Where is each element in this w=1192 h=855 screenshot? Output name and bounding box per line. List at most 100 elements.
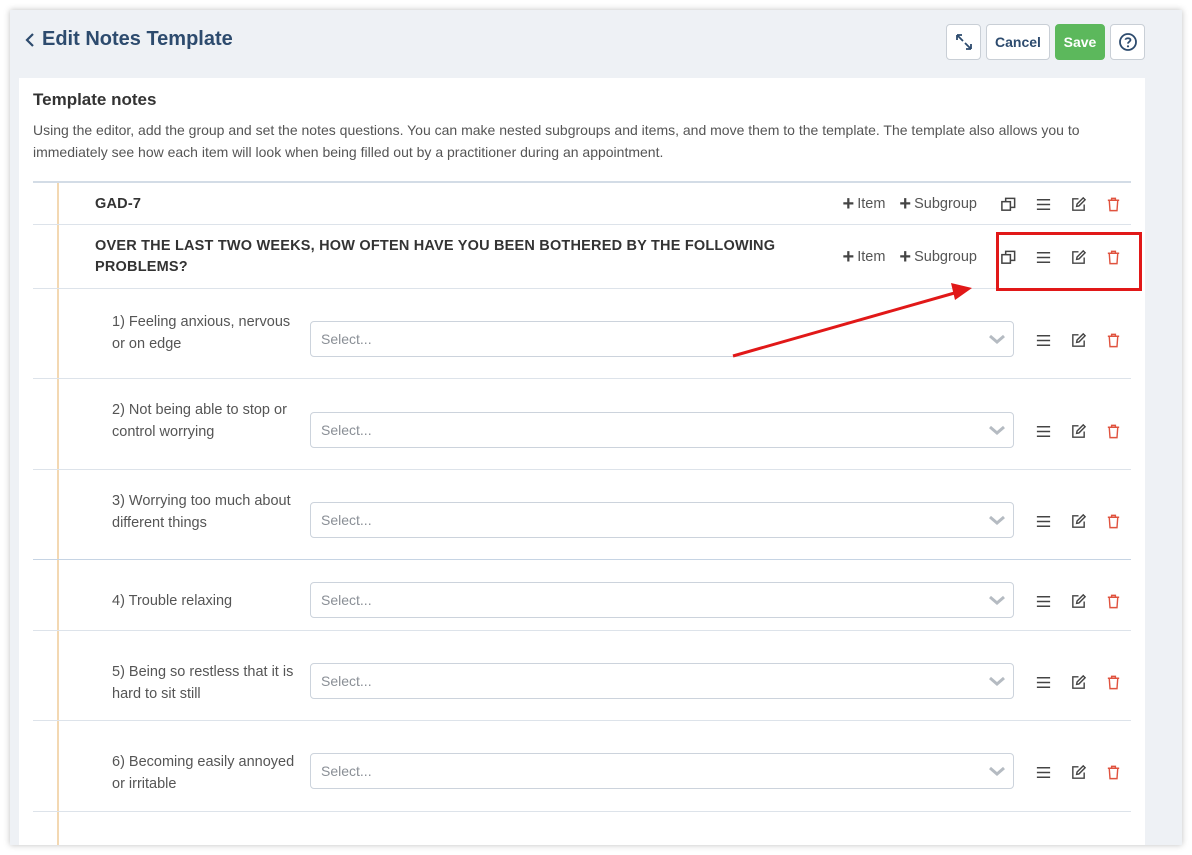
question-label: 6) Becoming easily annoyed or irritable xyxy=(112,754,295,792)
edit-icon xyxy=(1072,674,1087,689)
drag-handle[interactable] xyxy=(1026,329,1061,351)
question-label: 3) Worrying too much about different thi… xyxy=(112,493,291,531)
select-placeholder: Select... xyxy=(321,673,372,689)
edit-icon xyxy=(1072,196,1087,211)
question-actions xyxy=(1026,329,1131,351)
add-subgroup-button[interactable]: + Subgroup xyxy=(899,193,977,215)
subgroup-title: OVER THE LAST TWO WEEKS, HOW OFTEN HAVE … xyxy=(95,238,776,275)
select-placeholder: Select... xyxy=(321,331,372,347)
drag-handle[interactable] xyxy=(1026,761,1061,783)
add-item-button[interactable]: + Item xyxy=(842,193,886,215)
drag-handle[interactable] xyxy=(1026,420,1061,442)
delete-button[interactable] xyxy=(1096,590,1131,612)
group-title: GAD-7 xyxy=(95,196,142,212)
edit-button[interactable] xyxy=(1061,193,1096,215)
back-link[interactable]: Edit Notes Template xyxy=(24,28,233,51)
trash-icon xyxy=(1107,514,1120,528)
trash-icon xyxy=(1107,765,1120,779)
question-actions xyxy=(1026,761,1131,783)
drag-handle-icon xyxy=(1036,425,1051,437)
question-label: 5) Being so restless that it is hard to … xyxy=(112,664,294,702)
drag-handle-icon xyxy=(1036,198,1051,210)
answer-select[interactable]: Select... xyxy=(310,412,1014,448)
add-item-label: Item xyxy=(857,249,886,265)
delete-button[interactable] xyxy=(1096,671,1131,693)
question-actions xyxy=(1026,510,1131,532)
chevron-down-icon xyxy=(989,515,1005,525)
subgroup-row: OVER THE LAST TWO WEEKS, HOW OFTEN HAVE … xyxy=(33,225,1131,289)
question-row: 5) Being so restless that it is hard to … xyxy=(33,631,1131,721)
answer-select[interactable]: Select... xyxy=(310,663,1014,699)
trash-icon xyxy=(1107,333,1120,347)
add-item-label: Item xyxy=(857,196,886,212)
question-row: 3) Worrying too much about different thi… xyxy=(33,470,1131,560)
drag-handle-icon xyxy=(1036,515,1051,527)
plus-icon: + xyxy=(899,193,912,215)
drag-handle[interactable] xyxy=(1026,671,1061,693)
edit-icon xyxy=(1072,332,1087,347)
page-header: Edit Notes Template Cancel Save xyxy=(10,10,1182,78)
trash-icon xyxy=(1107,424,1120,438)
add-subgroup-button[interactable]: + Subgroup xyxy=(899,246,977,268)
select-placeholder: Select... xyxy=(321,422,372,438)
trash-icon xyxy=(1107,197,1120,211)
question-actions xyxy=(1026,671,1131,693)
delete-button[interactable] xyxy=(1096,761,1131,783)
plus-icon: + xyxy=(899,246,912,268)
template-notes-panel: Template notes Using the editor, add the… xyxy=(19,78,1145,845)
plus-icon: + xyxy=(842,246,855,268)
drag-handle[interactable] xyxy=(1026,193,1061,215)
delete-button[interactable] xyxy=(1096,420,1131,442)
edit-icon xyxy=(1072,513,1087,528)
edit-icon xyxy=(1072,593,1087,608)
delete-button[interactable] xyxy=(1096,510,1131,532)
help-button[interactable] xyxy=(1110,24,1145,60)
annotation-highlight-box xyxy=(996,232,1142,291)
select-placeholder: Select... xyxy=(321,763,372,779)
chevron-down-icon xyxy=(989,595,1005,605)
edit-icon xyxy=(1072,423,1087,438)
edit-button[interactable] xyxy=(1061,761,1096,783)
edit-button[interactable] xyxy=(1061,420,1096,442)
drag-handle-icon xyxy=(1036,766,1051,778)
edit-button[interactable] xyxy=(1061,590,1096,612)
chevron-down-icon xyxy=(989,766,1005,776)
drag-handle[interactable] xyxy=(1026,510,1061,532)
save-button[interactable]: Save xyxy=(1055,24,1105,60)
edit-button[interactable] xyxy=(1061,510,1096,532)
chevron-down-icon xyxy=(989,425,1005,435)
add-item-button[interactable]: + Item xyxy=(842,246,886,268)
chevron-down-icon xyxy=(989,334,1005,344)
answer-select[interactable]: Select... xyxy=(310,502,1014,538)
app-window: Edit Notes Template Cancel Save Template… xyxy=(10,10,1182,845)
cancel-button[interactable]: Cancel xyxy=(986,24,1050,60)
answer-select[interactable]: Select... xyxy=(310,321,1014,357)
chevron-down-icon xyxy=(989,676,1005,686)
panel-description: Using the editor, add the group and set … xyxy=(33,122,1080,160)
drag-handle[interactable] xyxy=(1026,590,1061,612)
delete-button[interactable] xyxy=(1096,329,1131,351)
select-placeholder: Select... xyxy=(321,592,372,608)
edit-button[interactable] xyxy=(1061,329,1096,351)
group-row: GAD-7 + Item + Subgroup xyxy=(33,181,1131,225)
trash-icon xyxy=(1107,594,1120,608)
question-row: 2) Not being able to stop or control wor… xyxy=(33,379,1131,470)
plus-icon: + xyxy=(842,193,855,215)
question-actions xyxy=(1026,420,1131,442)
drag-handle-icon xyxy=(1036,676,1051,688)
answer-select[interactable]: Select... xyxy=(310,753,1014,789)
edit-button[interactable] xyxy=(1061,671,1096,693)
page-title: Edit Notes Template xyxy=(42,28,233,50)
question-actions xyxy=(1026,590,1131,612)
question-row: 1) Feeling anxious, nervous or on edge S… xyxy=(33,289,1131,379)
template-tree: GAD-7 + Item + Subgroup OVER THE LAST TWO … xyxy=(33,181,1131,845)
copy-button[interactable] xyxy=(991,193,1026,215)
expand-icon xyxy=(955,34,972,50)
answer-select[interactable]: Select... xyxy=(310,582,1014,618)
expand-button[interactable] xyxy=(946,24,981,60)
add-subgroup-label: Subgroup xyxy=(914,249,977,265)
question-row: 4) Trouble relaxing Select... xyxy=(33,560,1131,631)
edit-icon xyxy=(1072,764,1087,779)
add-subgroup-label: Subgroup xyxy=(914,196,977,212)
delete-button[interactable] xyxy=(1096,193,1131,215)
